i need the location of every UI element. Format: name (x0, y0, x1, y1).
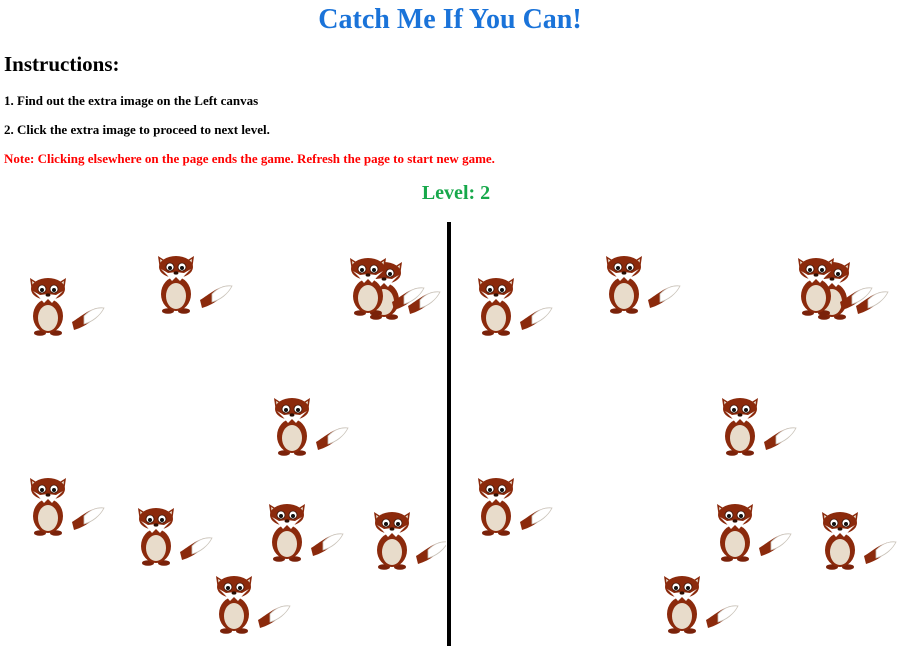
right-canvas[interactable] (452, 222, 898, 646)
game-title: Catch Me If You Can! (318, 4, 582, 35)
fox-icon[interactable] (26, 272, 106, 337)
fox-icon[interactable] (474, 472, 554, 537)
fox-icon[interactable] (818, 506, 898, 571)
fox-icon[interactable] (794, 252, 874, 317)
fox-icon[interactable] (713, 498, 793, 563)
fox-icon[interactable] (26, 472, 106, 537)
fox-icon[interactable] (718, 392, 798, 457)
fox-icon[interactable] (134, 502, 214, 567)
instructions-heading: Instructions: (4, 52, 120, 76)
instruction-step-1: 1. Find out the extra image on the Left … (4, 93, 259, 108)
fox-icon[interactable] (346, 252, 426, 317)
fox-icon[interactable] (370, 506, 446, 571)
instructions-note: Note: Clicking elsewhere on the page end… (4, 151, 495, 166)
instruction-step-2: 2. Click the extra image to proceed to n… (4, 122, 270, 137)
left-canvas[interactable] (0, 222, 446, 646)
fox-icon[interactable] (474, 272, 554, 337)
fox-icon[interactable] (154, 250, 234, 315)
canvas-divider (447, 222, 451, 646)
level-indicator: Level: 2 (421, 182, 491, 204)
fox-icon[interactable] (660, 570, 740, 635)
fox-icon[interactable] (265, 498, 345, 563)
fox-icon[interactable] (602, 250, 682, 315)
fox-icon[interactable] (212, 570, 292, 635)
fox-icon[interactable] (270, 392, 350, 457)
